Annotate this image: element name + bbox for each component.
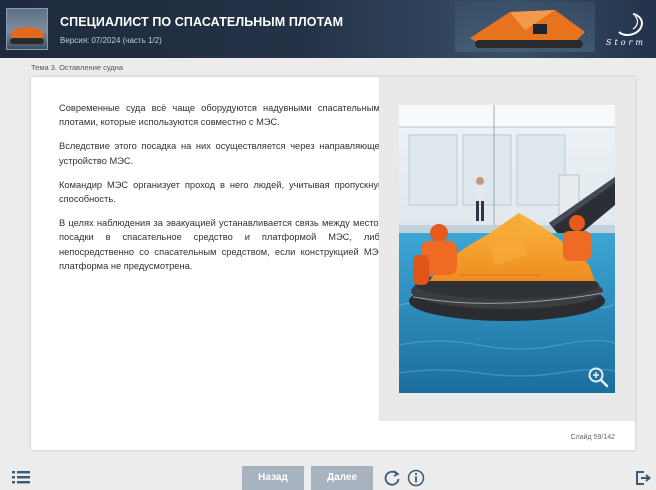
paragraph-2: Вследствие этого посадка на них осуществ… xyxy=(59,141,385,166)
slide-counter: Слайд 59/142 xyxy=(570,434,615,441)
course-thumbnail xyxy=(6,8,48,50)
reload-icon[interactable] xyxy=(383,469,401,487)
storm-logo-text: Storm xyxy=(606,38,646,47)
back-button[interactable]: Назад xyxy=(242,466,304,490)
breadcrumb: Тема 3. Оставление судна xyxy=(31,63,124,72)
course-version: Версия: 07/2024 (часть 1/2) xyxy=(60,36,162,45)
paragraph-4: В целях наблюдения за эвакуацией устанав… xyxy=(59,218,385,271)
header-raft-image xyxy=(455,2,595,52)
course-header: СПЕЦИАЛИСТ ПО СПАСАТЕЛЬНЫМ ПЛОТАМ Версия… xyxy=(0,0,656,58)
paragraph-3: Командир МЭС организует проход в него лю… xyxy=(59,179,385,205)
exit-icon[interactable] xyxy=(635,470,651,486)
slide-text: Современные суда всё чаще оборудуются на… xyxy=(59,101,385,283)
slide-card: Современные суда всё чаще оборудуются на… xyxy=(31,77,635,450)
image-panel xyxy=(379,77,635,421)
liferaft-photo[interactable] xyxy=(399,105,615,393)
info-icon[interactable] xyxy=(407,469,425,487)
paragraph-1: Современные суда всё чаще оборудуются на… xyxy=(59,103,385,128)
next-button[interactable]: Далее xyxy=(311,466,373,490)
course-title: СПЕЦИАЛИСТ ПО СПАСАТЕЛЬНЫМ ПЛОТАМ xyxy=(60,15,344,29)
zoom-in-icon[interactable] xyxy=(587,366,609,388)
list-icon[interactable] xyxy=(12,470,30,484)
